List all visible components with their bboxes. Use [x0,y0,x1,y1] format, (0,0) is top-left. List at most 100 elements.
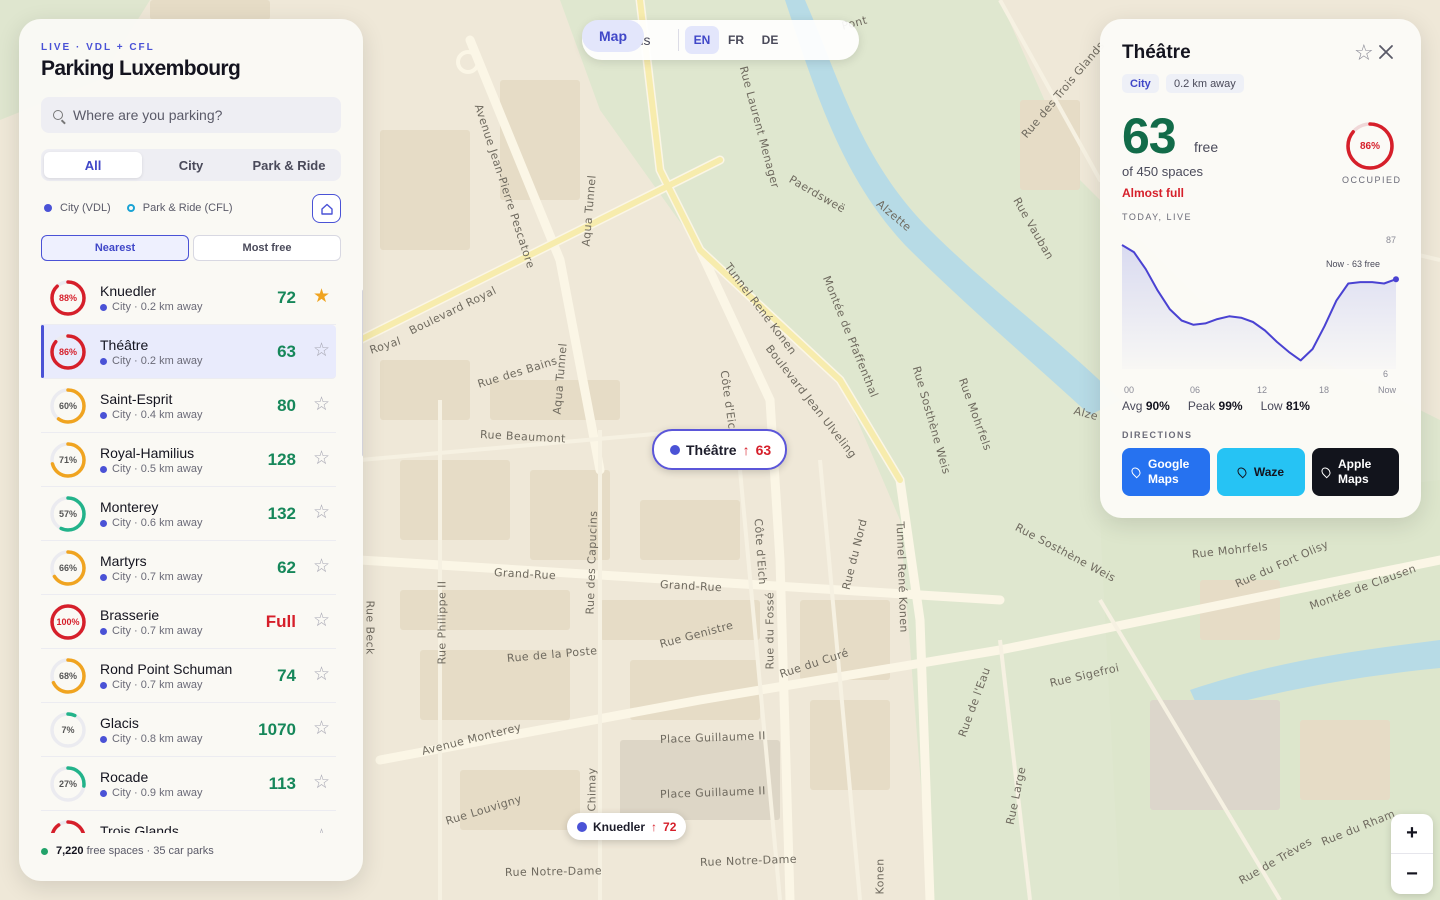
city-dot-icon [100,303,107,311]
total-free-spaces: 7,220 [56,845,84,857]
marker-dot [670,444,680,455]
parking-meta-text: City · 0.8 km away [112,733,203,745]
occupancy-ring: 60% [49,387,87,425]
sort-options: Nearest Most free [41,235,341,261]
language-en[interactable]: EN [685,26,719,54]
chart-now-point [1393,276,1399,283]
chart-y-tick: 87 [1386,235,1396,245]
parking-row[interactable]: 86% Théâtre City · 0.2 km away 63 ☆ [41,325,336,379]
favorite-star-icon[interactable]: ☆ [313,771,330,794]
language-fr[interactable]: FR [719,26,753,54]
search-input[interactable] [73,107,323,123]
marker-dot [577,821,587,832]
list-scrollbar[interactable] [362,289,363,457]
street-label: Rue Notre-Dame [504,864,603,879]
filter-all[interactable]: All [44,152,142,178]
marker-name: Knuedler [593,819,646,834]
filter-city[interactable]: City [142,152,240,178]
waze-button[interactable]: Waze [1217,448,1305,496]
favorite-star-icon[interactable]: ☆ [313,609,330,632]
parking-meta-text: City · 0.2 km away [112,355,203,367]
language-de[interactable]: DE [753,26,787,54]
parking-name: Saint-Esprit [100,391,173,407]
peak-value: 99% [1218,399,1243,413]
search-box[interactable] [41,97,341,133]
page-title: Parking Luxembourg [41,57,241,80]
occupancy-ring: 68% [49,657,87,695]
parking-row[interactable]: 100% Brasserie City · 0.7 km away Full ☆ [41,595,336,649]
occupancy-ring: 88% [49,279,87,317]
occupancy-chart: 87 6 00 06 12 18 Now Now · 63 free [1121,235,1399,395]
low-value: 81% [1285,399,1310,413]
parking-row[interactable]: 7% Glacis City · 0.8 km away 1070 ☆ [41,703,336,757]
favorite-star-icon[interactable]: ☆ [313,555,330,578]
favorite-star-icon[interactable]: ☆ [313,663,330,686]
city-dot-icon [44,204,52,212]
parking-meta: City · 0.2 km away [100,301,202,313]
parking-detail-card: Théâtre ☆ City 0.2 km away 63 free of 45… [1100,19,1421,518]
free-spaces: 62 [277,558,296,577]
waze-label: Waze [1253,464,1285,479]
parking-meta-text: City · 0.7 km away [112,625,203,637]
map-pin-icon [1235,465,1249,479]
apple-maps-button[interactable]: Apple Maps [1312,448,1399,496]
free-spaces: 74 [277,666,296,685]
occupancy-percent: 57% [58,509,77,519]
sort-most-free[interactable]: Most free [193,235,341,261]
google-maps-button[interactable]: Google Maps [1122,448,1210,496]
parking-row[interactable]: 60% Saint-Esprit City · 0.4 km away 80 ☆ [41,379,336,433]
divider [678,29,679,51]
city-dot-icon [100,681,107,689]
favorite-star-icon[interactable]: ☆ [313,339,330,362]
map-marker-knuedler[interactable]: Knuedler ↑ 72 [567,813,687,840]
parking-row[interactable]: 88% Knuedler City · 0.2 km away 72 ★ [41,271,336,325]
favorite-star-icon[interactable]: ☆ [1354,40,1374,66]
favorite-star-icon[interactable]: ☆ [313,717,330,740]
close-icon[interactable] [1378,40,1394,66]
parking-meta-text: City · 0.9 km away [112,787,203,799]
parking-row[interactable]: 57% Monterey City · 0.6 km away 132 ☆ [41,487,336,541]
parking-list: 88% Knuedler City · 0.2 km away 72 ★ 86% Théât… [41,271,336,833]
search-icon [53,110,63,120]
parking-meta: City · 0.7 km away [100,679,202,691]
city-dot-icon [100,789,107,797]
favorite-star-icon[interactable]: ★ [313,285,330,308]
type-badge: City [1122,74,1159,93]
parking-row[interactable]: 90% Trois Glands ☆ [41,811,336,833]
favorite-star-icon[interactable]: ☆ [313,393,330,416]
parking-name: Brasserie [100,607,160,623]
apple-maps-label: Apple Maps [1338,457,1372,486]
occupancy-percent: 7% [61,725,75,735]
favorite-star-icon[interactable]: ☆ [313,825,330,833]
chart-x-tick: 18 [1319,385,1329,395]
occupancy-ring: 57% [49,495,87,533]
chart-x-tick: Now [1378,385,1397,395]
legend-city: City (VDL) [44,202,111,214]
occupancy-percent: 90% [49,819,87,833]
map-marker-theatre[interactable]: Théâtre ↑ 63 [652,429,788,470]
view-switcher: Map Trends EN FR DE [582,20,859,60]
zoom-out-button[interactable]: − [1391,854,1433,894]
parking-meta-text: City · 0.7 km away [112,571,203,583]
parking-row[interactable]: 68% Rond Point Schuman City · 0.7 km away 7… [41,649,336,703]
favorite-star-icon[interactable]: ☆ [313,447,330,470]
map-pin-icon [1129,465,1143,479]
sort-nearest[interactable]: Nearest [41,235,189,261]
parking-meta: City · 0.7 km away [100,625,202,637]
city-dot-icon [100,357,107,365]
parking-meta: City · 0.5 km away [100,463,202,475]
parking-row[interactable]: 71% Royal-Hamilius City · 0.5 km away 128 ☆ [41,433,336,487]
occupancy-ring: 27% [49,765,87,803]
parking-meta-text: City · 0.4 km away [112,409,203,421]
free-label: free [1194,139,1219,155]
parking-row[interactable]: 27% Rocade City · 0.9 km away 113 ☆ [41,757,336,811]
street-label: Rue du Fossé [763,591,777,670]
filter-park-ride[interactable]: Park & Ride [240,152,338,178]
tab-map[interactable]: Map [582,20,644,52]
home-location-button[interactable] [312,194,341,223]
favorite-star-icon[interactable]: ☆ [313,501,330,524]
parking-meta-text: City · 0.6 km away [112,517,203,529]
zoom-in-button[interactable]: + [1391,814,1433,854]
free-spaces: 113 [268,774,296,793]
parking-row[interactable]: 66% Martyrs City · 0.7 km away 62 ☆ [41,541,336,595]
